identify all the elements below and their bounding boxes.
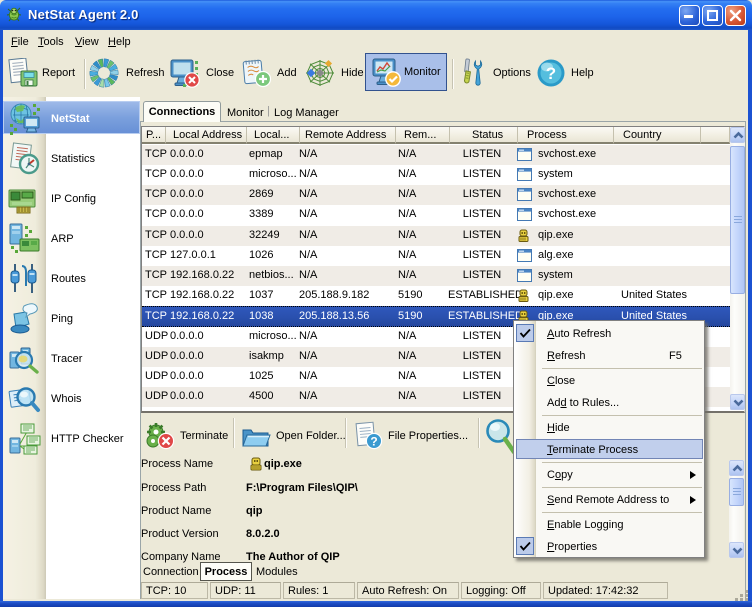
- svg-text:?: ?: [546, 64, 556, 83]
- svg-text:?: ?: [370, 435, 377, 449]
